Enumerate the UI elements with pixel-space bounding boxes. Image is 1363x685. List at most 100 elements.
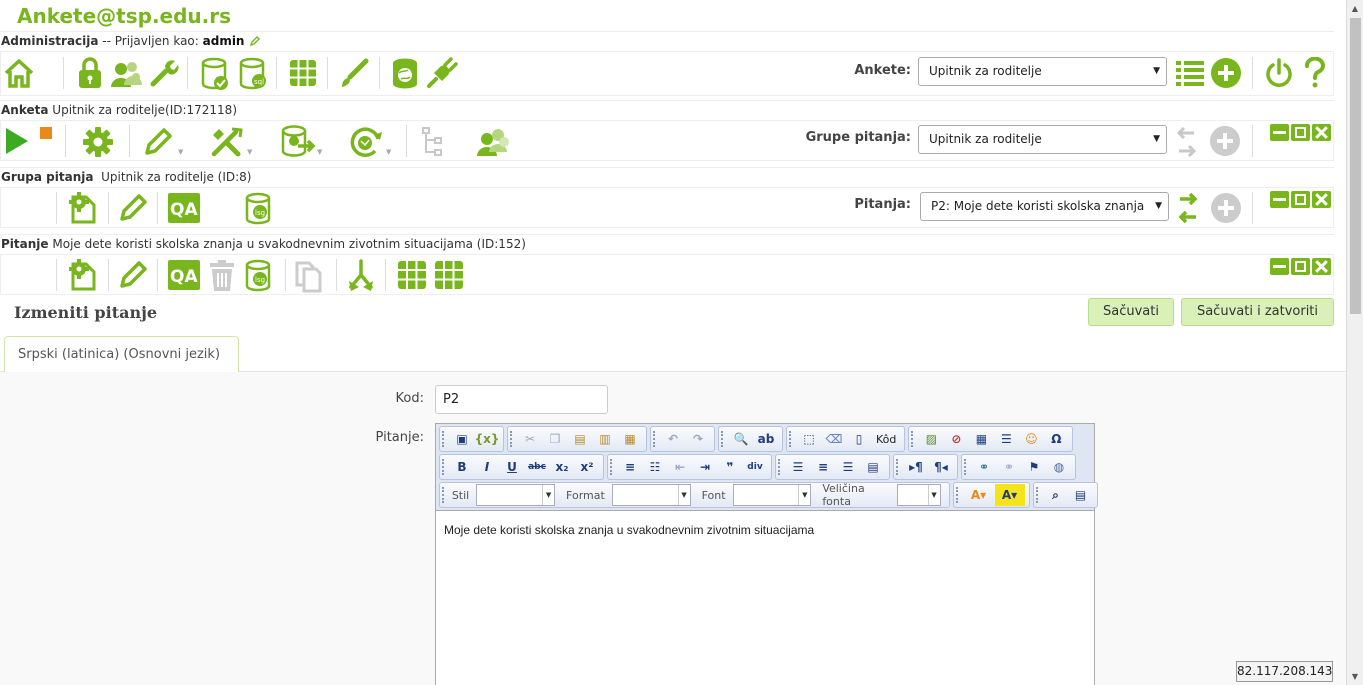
align-right-icon[interactable]: ☰ xyxy=(836,456,860,478)
minimize-icon[interactable] xyxy=(1270,191,1289,208)
outdent-icon[interactable]: ⇤ xyxy=(668,456,692,478)
users-icon[interactable] xyxy=(109,56,145,90)
save-and-close-button[interactable]: Sačuvati i zatvoriti xyxy=(1181,298,1334,326)
rtl-icon[interactable]: ¶◂ xyxy=(929,456,953,478)
answers-grid-icon[interactable] xyxy=(432,259,466,291)
subscript-icon[interactable]: x₂ xyxy=(550,456,574,478)
database-world-icon[interactable] xyxy=(388,55,422,93)
maximize-icon[interactable] xyxy=(1291,258,1310,275)
scroll-thumb[interactable] xyxy=(1350,18,1361,314)
add-survey-icon[interactable] xyxy=(1209,56,1243,90)
italic-icon[interactable]: I xyxy=(475,456,499,478)
group-database-icon[interactable]: lsg xyxy=(243,191,277,227)
redo-icon[interactable]: ↷ xyxy=(686,428,710,450)
scroll-up-icon[interactable]: ▲ xyxy=(1347,0,1363,17)
power-icon[interactable] xyxy=(1263,56,1295,90)
qa-icon[interactable]: QA xyxy=(167,192,201,224)
numbered-list-icon[interactable]: ≡ xyxy=(618,456,642,478)
select-all-icon[interactable]: ⬚ xyxy=(797,428,821,450)
respondents-icon[interactable] xyxy=(475,124,513,158)
minimize-icon[interactable] xyxy=(1270,258,1289,275)
database-sql-icon[interactable]: sql xyxy=(237,56,269,92)
list-icon[interactable] xyxy=(1174,56,1206,90)
style-combo[interactable]: ▼ xyxy=(476,484,556,506)
ltr-icon[interactable]: ▸¶ xyxy=(904,456,928,478)
settings-icon[interactable] xyxy=(81,125,115,159)
remove-format-icon[interactable]: ⌫ xyxy=(822,428,846,450)
copy-icon[interactable]: ❐ xyxy=(543,428,567,450)
paste-text-icon[interactable]: ▥ xyxy=(593,428,617,450)
save-button[interactable]: Sačuvati xyxy=(1088,298,1174,326)
question-select[interactable]: P2: Moje dete koristi skolska znanja ▼ xyxy=(920,192,1169,221)
language-icon[interactable]: ◍ xyxy=(1047,456,1071,478)
add-question-icon[interactable] xyxy=(1209,191,1243,225)
brush-icon[interactable] xyxy=(337,56,371,90)
scroll-down-icon[interactable]: ▼ xyxy=(1347,668,1363,685)
lock-icon[interactable] xyxy=(75,56,105,90)
grid-icon[interactable] xyxy=(287,57,319,89)
refresh-globe-icon[interactable] xyxy=(347,124,385,160)
find-icon[interactable]: 🔍 xyxy=(729,428,753,450)
code-input[interactable]: P2 xyxy=(435,385,608,414)
close-icon[interactable] xyxy=(1312,258,1331,275)
edit-pencil-icon[interactable] xyxy=(141,125,175,159)
group-select[interactable]: Upitnik za roditelje ▼ xyxy=(918,125,1167,154)
horizontal-rule-icon[interactable]: ☰ xyxy=(994,428,1018,450)
tree-structure-icon[interactable] xyxy=(417,125,451,159)
database-check-icon[interactable] xyxy=(199,56,231,92)
add-group-icon[interactable] xyxy=(1208,124,1242,158)
template-icon[interactable]: {x} xyxy=(475,428,500,450)
home-icon[interactable] xyxy=(3,56,35,90)
delete-question-icon[interactable] xyxy=(206,258,238,294)
group-settings-icon[interactable] xyxy=(65,190,101,226)
edit-group-icon[interactable] xyxy=(116,191,150,225)
table-icon[interactable]: ▦ xyxy=(969,428,993,450)
close-icon[interactable] xyxy=(1312,191,1331,208)
subquestions-grid-icon[interactable] xyxy=(395,259,429,291)
underline-icon[interactable]: U xyxy=(500,456,524,478)
indent-icon[interactable]: ⇥ xyxy=(693,456,717,478)
tab-serbian-latin[interactable]: Srpski (latinica) (Osnovni jezik) xyxy=(4,336,239,373)
conditions-icon[interactable] xyxy=(345,258,377,294)
bold-icon[interactable]: B xyxy=(450,456,474,478)
anchor-icon[interactable]: ⚑ xyxy=(1022,456,1046,478)
plugin-icon[interactable] xyxy=(425,56,459,90)
answer-options-icon[interactable]: QA xyxy=(167,259,201,291)
stop-icon[interactable] xyxy=(39,126,53,140)
special-char-icon[interactable]: Ω xyxy=(1044,428,1068,450)
create-div-icon[interactable]: div xyxy=(743,456,767,478)
smiley-icon[interactable]: ☺ xyxy=(1019,428,1043,450)
font-combo[interactable]: ▼ xyxy=(732,484,812,506)
source-button-label[interactable]: Kôd xyxy=(872,433,900,446)
edit-question-icon[interactable] xyxy=(116,258,150,292)
question-database-icon[interactable]: lsg xyxy=(243,258,277,294)
font-size-combo[interactable]: ▼ xyxy=(897,484,941,506)
editor-content[interactable]: Moje dete koristi skolska znanja u svako… xyxy=(436,510,1094,685)
superscript-icon[interactable]: x² xyxy=(575,456,599,478)
image-icon[interactable]: ▨ xyxy=(919,428,943,450)
maximize-editor-icon[interactable]: ▣ xyxy=(450,428,474,450)
maximize-icon[interactable] xyxy=(1291,191,1310,208)
close-icon[interactable] xyxy=(1312,124,1331,141)
align-left-icon[interactable]: ☰ xyxy=(786,456,810,478)
undo-icon[interactable]: ↶ xyxy=(661,428,685,450)
unlink-icon[interactable]: ⚭ xyxy=(997,456,1021,478)
preview-icon[interactable]: ⌕ xyxy=(1044,484,1068,506)
reorder-groups-icon[interactable] xyxy=(1174,124,1200,160)
link-icon[interactable]: ⚭ xyxy=(972,456,996,478)
survey-select[interactable]: Upitnik za roditelje ▼ xyxy=(918,57,1167,86)
strike-icon[interactable]: abc xyxy=(525,456,549,478)
reorder-questions-icon[interactable] xyxy=(1175,190,1201,226)
source-icon[interactable]: ▯ xyxy=(847,428,871,450)
blockquote-icon[interactable]: ❞ xyxy=(718,456,742,478)
maximize-icon[interactable] xyxy=(1291,124,1310,141)
replace-icon[interactable]: ab xyxy=(754,428,778,450)
align-justify-icon[interactable]: ▤ xyxy=(861,456,885,478)
show-blocks-icon[interactable]: ▤ xyxy=(1069,484,1093,506)
wrench-icon[interactable] xyxy=(148,56,180,90)
edit-user-icon[interactable] xyxy=(250,33,261,47)
background-color-icon[interactable]: A▾ xyxy=(994,484,1025,506)
database-export-icon[interactable] xyxy=(279,123,317,159)
paste-word-icon[interactable]: ▦ xyxy=(618,428,642,450)
format-combo[interactable]: ▼ xyxy=(611,484,691,506)
